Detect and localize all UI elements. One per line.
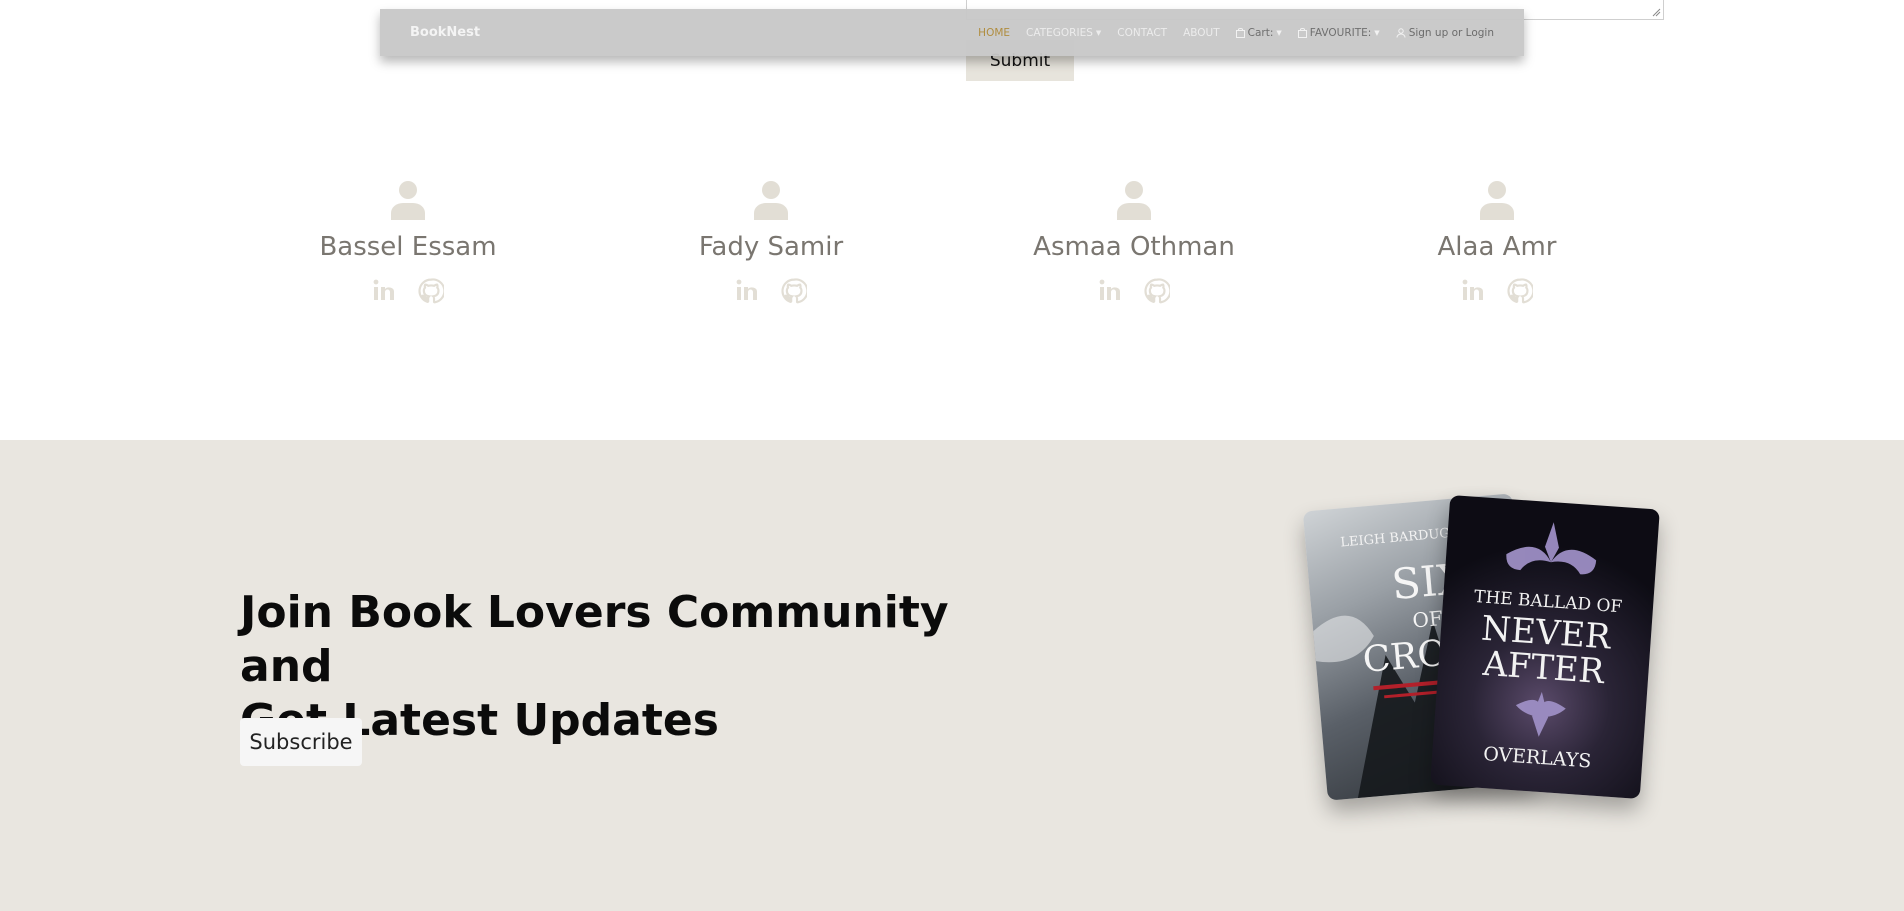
person-icon — [1117, 181, 1151, 220]
user-icon — [1396, 27, 1406, 38]
caret-down-icon: ▼ — [1095, 28, 1102, 37]
navbar: BookNest HOME CATEGORIES ▼ CONTACT ABOUT… — [380, 9, 1524, 56]
linkedin-icon[interactable] — [1461, 278, 1485, 302]
nav-login[interactable]: Sign up or Login — [1396, 27, 1494, 39]
nav-favourite[interactable]: FAVOURITE: ▼ — [1297, 26, 1380, 39]
member-name: Alaa Amr — [1437, 232, 1557, 262]
team-section: Bassel Essam Fady Samir Asmaa Othman Ala… — [0, 180, 1904, 330]
book-cover-ballad-of-never-after: THE BALLAD OF NEVER AFTER OVERLAYS — [1430, 495, 1660, 799]
person-icon — [391, 181, 425, 220]
github-icon[interactable] — [1144, 278, 1170, 304]
social-links — [641, 278, 901, 304]
nav-cart[interactable]: Cart: ▼ — [1235, 26, 1282, 39]
team-member: Fady Samir — [641, 180, 901, 304]
nav-links: HOME CATEGORIES ▼ CONTACT ABOUT Cart: ▼ … — [978, 27, 1494, 39]
person-icon — [1480, 181, 1514, 220]
linkedin-icon[interactable] — [1098, 278, 1122, 302]
bag-icon — [1297, 27, 1307, 38]
social-links — [1004, 278, 1264, 304]
subscribe-button[interactable]: Subscribe — [240, 718, 362, 766]
book-title-line3: AFTER — [1481, 644, 1607, 693]
resize-grip-icon[interactable] — [1652, 8, 1661, 17]
nav-categories-label: CATEGORIES — [1026, 26, 1093, 39]
book-cover-art: THE BALLAD OF NEVER AFTER OVERLAYS — [1473, 522, 1623, 772]
caret-down-icon: ▼ — [1276, 28, 1282, 37]
linkedin-icon[interactable] — [372, 278, 396, 302]
subscribe-heading-line1: Join Book Lovers Community and — [240, 587, 949, 692]
person-icon — [754, 181, 788, 220]
team-member: Alaa Amr — [1367, 180, 1627, 304]
member-name: Fady Samir — [698, 232, 844, 262]
nav-cart-label: Cart: — [1247, 26, 1274, 39]
book-author: OVERLAYS — [1482, 743, 1592, 772]
nav-contact-label: CONTACT — [1117, 26, 1168, 39]
nav-contact[interactable]: CONTACT — [1117, 27, 1167, 39]
nav-about[interactable]: ABOUT — [1183, 27, 1220, 39]
nav-home[interactable]: HOME — [978, 27, 1010, 39]
github-icon[interactable] — [418, 278, 444, 304]
social-links — [278, 278, 538, 304]
brand-logo[interactable]: BookNest — [410, 25, 480, 40]
member-name: Bassel Essam — [319, 232, 497, 262]
nav-categories[interactable]: CATEGORIES ▼ — [1026, 27, 1101, 39]
team-member: Asmaa Othman — [1004, 180, 1264, 304]
nav-login-label: Sign up or Login — [1408, 26, 1494, 39]
social-links — [1367, 278, 1627, 304]
bag-icon — [1235, 27, 1245, 38]
nav-favourite-label: FAVOURITE: — [1309, 26, 1372, 39]
caret-down-icon: ▼ — [1374, 28, 1380, 37]
member-name: Asmaa Othman — [1033, 232, 1235, 262]
github-icon[interactable] — [781, 278, 807, 304]
subscribe-section: Join Book Lovers Community and Get Lates… — [0, 440, 1904, 911]
linkedin-icon[interactable] — [735, 278, 759, 302]
team-member: Bassel Essam — [278, 180, 538, 304]
nav-home-label: HOME — [978, 26, 1011, 39]
book-title-line2: OF — [1411, 606, 1443, 633]
github-icon[interactable] — [1507, 278, 1533, 304]
book-author: LEIGH BARDUGO — [1340, 525, 1461, 550]
nav-about-label: ABOUT — [1183, 26, 1220, 39]
